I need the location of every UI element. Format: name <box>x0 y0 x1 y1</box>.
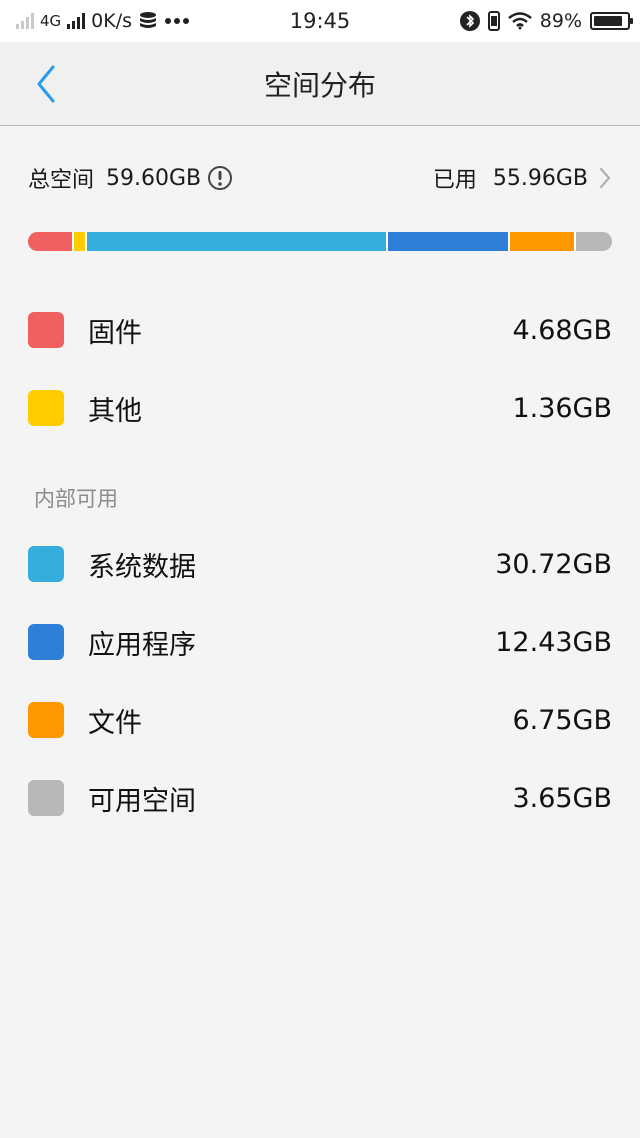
legend-item-files: 文件 6.75GB <box>28 700 612 740</box>
legend-value: 4.68GB <box>512 314 612 346</box>
legend-value: 3.65GB <box>512 782 612 814</box>
status-right: 89% <box>459 0 633 42</box>
bluetooth-icon <box>459 11 480 31</box>
section-label-internal: 内部可用 <box>34 487 118 511</box>
battery-percent: 89% <box>539 10 582 32</box>
battery-fill <box>594 16 623 26</box>
total-space: 总空间 59.60GB <box>28 162 233 194</box>
bar-segment-system <box>87 232 389 251</box>
used-value: 55.96GB <box>492 165 588 191</box>
legend-label: 可用空间 <box>88 785 196 817</box>
color-swatch <box>28 312 64 348</box>
color-swatch <box>28 390 64 426</box>
storage-summary: 总空间 59.60GB 已用 55.96GB <box>0 126 640 226</box>
page-title: 空间分布 <box>263 69 376 102</box>
bar-segment-files <box>510 232 577 251</box>
battery-icon <box>590 12 633 30</box>
info-icon[interactable] <box>207 165 233 191</box>
header: 空间分布 <box>0 42 640 126</box>
legend-value: 12.43GB <box>495 626 612 658</box>
legend-value: 30.72GB <box>495 548 612 580</box>
storage-usage-bar <box>28 232 612 251</box>
bar-segment-apps <box>388 232 511 251</box>
bar-segment-other <box>73 232 88 251</box>
legend-item-apps: 应用程序 12.43GB <box>28 622 612 662</box>
color-swatch <box>28 546 64 582</box>
legend-label: 文件 <box>88 707 142 739</box>
legend-label: 系统数据 <box>88 551 196 583</box>
legend-label: 应用程序 <box>88 629 196 661</box>
bar-segment-firmware <box>28 232 74 251</box>
legend-value: 1.36GB <box>512 392 612 424</box>
used-space-link[interactable]: 已用 55.96GB <box>433 162 612 194</box>
legend-item-firmware: 固件 4.68GB <box>28 310 612 350</box>
legend-label: 固件 <box>88 317 142 349</box>
legend-item-other: 其他 1.36GB <box>28 388 612 428</box>
legend-label: 其他 <box>88 395 142 427</box>
vibrate-icon <box>487 11 500 31</box>
color-swatch <box>28 624 64 660</box>
total-label: 总空间 <box>28 168 95 193</box>
status-bar: 4G 0K/s 19:45 89% <box>0 0 640 42</box>
legend-item-free-space: 可用空间 3.65GB <box>28 778 612 818</box>
color-swatch <box>28 702 64 738</box>
color-swatch <box>28 780 64 816</box>
legend-item-system-data: 系统数据 30.72GB <box>28 544 612 584</box>
wifi-icon <box>507 12 532 30</box>
total-value: 59.60GB <box>106 165 202 191</box>
legend-value: 6.75GB <box>512 704 612 736</box>
used-label: 已用 <box>432 168 477 193</box>
bar-segment-free <box>576 232 612 251</box>
chevron-right-icon <box>599 167 611 189</box>
